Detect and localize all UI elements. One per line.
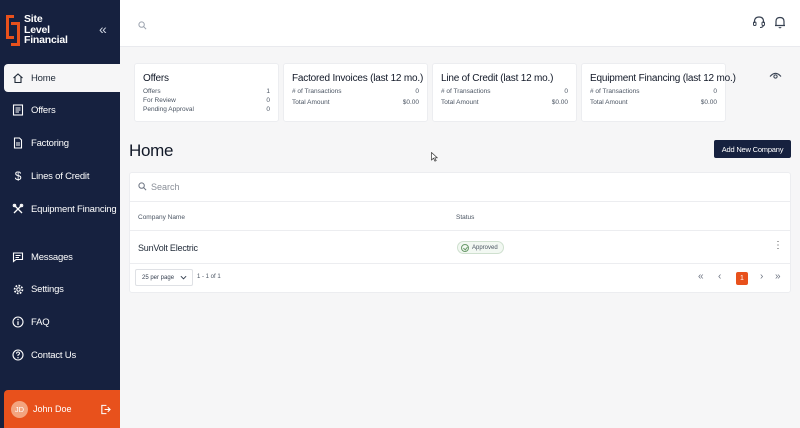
- card-row-label: Offers: [143, 88, 161, 95]
- sidebar-item-messages[interactable]: Messages: [4, 243, 120, 271]
- column-header-company-name[interactable]: Company Name: [138, 214, 185, 221]
- home-icon: [11, 71, 25, 85]
- card-row-value: 1: [266, 88, 270, 95]
- card-row-value: $0.00: [700, 99, 717, 106]
- sidebar-item-home[interactable]: Home: [4, 64, 120, 92]
- equipment-financing-card[interactable]: Equipment Financing (last 12 mo.) # of T…: [581, 63, 736, 122]
- eye-visibility-icon[interactable]: [769, 69, 782, 87]
- logo-mark-icon: [6, 15, 20, 46]
- top-bar: [120, 0, 800, 47]
- card-row-value: 0: [266, 106, 270, 113]
- sidebar-item-label: Settings: [31, 283, 64, 295]
- sidebar-item-contact-us[interactable]: Contact Us: [4, 341, 120, 369]
- per-page-select[interactable]: 25 per page: [135, 269, 193, 286]
- card-title: Line of Credit (last 12 mo.): [441, 73, 554, 84]
- factored-invoices-card[interactable]: Factored Invoices (last 12 mo.) # of Tra…: [283, 63, 428, 122]
- sidebar-item-label: Lines of Credit: [31, 170, 90, 182]
- pagination: 25 per page 1 - 1 of 1 « ‹ 1 › »: [130, 265, 790, 292]
- card-row-label: For Review: [143, 97, 176, 104]
- sidebar-item-label: Messages: [31, 251, 73, 263]
- next-page-icon[interactable]: ›: [760, 272, 763, 282]
- sidebar-item-label: Equipment Financing: [31, 203, 117, 215]
- sidebar-item-label: Contact Us: [31, 349, 76, 361]
- avatar[interactable]: JD: [11, 400, 28, 418]
- offers-card[interactable]: Offers Offers 1 For Review 0 Pending Appro…: [134, 63, 279, 122]
- chevron-down-icon: [180, 274, 187, 283]
- document-icon: [11, 136, 25, 150]
- brand-logo[interactable]: Site Level Financial: [6, 14, 68, 46]
- previous-page-icon[interactable]: ‹: [718, 272, 721, 282]
- companies-table: Company Name Status SunVolt Electric App…: [129, 172, 791, 293]
- user-name: John Doe: [33, 404, 72, 414]
- card-title: Factored Invoices (last 12 mo.): [292, 73, 424, 84]
- sidebar-item-factoring[interactable]: Factoring: [4, 129, 120, 157]
- sidebar: Site Level Financial « Home Offers Facto…: [0, 0, 120, 428]
- user-profile[interactable]: JD John Doe: [4, 390, 120, 428]
- card-row-value: $0.00: [551, 99, 568, 106]
- line-of-credit-card[interactable]: Line of Credit (last 12 mo.) # of Transa…: [432, 63, 577, 122]
- current-page-button[interactable]: 1: [736, 272, 748, 285]
- check-circle-icon: [461, 243, 469, 252]
- card-row-label: Total Amount: [441, 99, 479, 106]
- card-row-value: $0.00: [402, 99, 419, 106]
- sidebar-item-lines-of-credit[interactable]: $ Lines of Credit: [4, 162, 120, 190]
- card-row-label: Pending Approval: [143, 106, 194, 113]
- table-header: Company Name Status: [130, 209, 790, 231]
- card-row-value: 0: [415, 88, 419, 95]
- support-headset-icon[interactable]: [752, 15, 766, 34]
- pagination-range: 1 - 1 of 1: [197, 274, 221, 280]
- info-icon: [11, 315, 25, 329]
- card-row-label: Total Amount: [292, 99, 330, 106]
- brand-line-3: Financial: [24, 34, 68, 46]
- summary-cards: Offers Offers 1 For Review 0 Pending Appro…: [134, 63, 736, 122]
- card-title: Offers: [143, 73, 169, 84]
- first-page-icon[interactable]: «: [698, 272, 704, 282]
- card-row-label: Total Amount: [590, 99, 628, 106]
- sidebar-item-label: FAQ: [31, 316, 50, 328]
- last-page-icon[interactable]: »: [775, 272, 781, 282]
- card-row-value: 0: [564, 88, 568, 95]
- brand-line-1: Site: [24, 13, 43, 25]
- sidebar-item-label: Offers: [31, 104, 56, 116]
- offers-icon: [11, 103, 25, 117]
- status-label: Approved: [472, 244, 498, 251]
- sidebar-item-label: Factoring: [31, 137, 69, 149]
- sidebar-item-equipment-financing[interactable]: Equipment Financing: [4, 195, 120, 223]
- per-page-value: 25 per page: [142, 274, 175, 281]
- search-bar: [130, 173, 790, 202]
- message-icon: [11, 250, 25, 264]
- company-name-cell[interactable]: SunVolt Electric: [138, 243, 198, 253]
- card-row-value: 0: [266, 97, 270, 104]
- row-actions-kebab-icon[interactable]: ⋮: [773, 241, 783, 251]
- column-header-status[interactable]: Status: [456, 214, 474, 221]
- logout-icon[interactable]: [100, 402, 111, 420]
- table-row[interactable]: SunVolt Electric Approved ⋮: [130, 232, 790, 264]
- gear-icon: [11, 282, 25, 296]
- help-icon: [11, 348, 25, 362]
- sidebar-item-label: Home: [31, 72, 56, 84]
- page-title: Home: [129, 141, 174, 160]
- card-row-label: # of Transactions: [441, 88, 491, 95]
- collapse-sidebar-icon[interactable]: «: [99, 22, 107, 36]
- notification-bell-icon[interactable]: [773, 15, 787, 34]
- search-icon: [138, 178, 147, 196]
- search-icon[interactable]: [138, 17, 147, 35]
- mouse-cursor-icon: [431, 149, 439, 167]
- card-title: Equipment Financing (last 12 mo.): [590, 73, 736, 84]
- status-badge: Approved: [457, 241, 504, 254]
- card-row-label: # of Transactions: [590, 88, 640, 95]
- search-input[interactable]: [151, 182, 651, 192]
- sidebar-item-faq[interactable]: FAQ: [4, 308, 120, 336]
- sidebar-item-settings[interactable]: Settings: [4, 275, 120, 303]
- card-row-label: # of Transactions: [292, 88, 342, 95]
- sidebar-item-offers[interactable]: Offers: [4, 96, 120, 124]
- dollar-icon: $: [14, 169, 22, 183]
- add-new-company-button[interactable]: Add New Company: [714, 140, 791, 158]
- tools-icon: [11, 202, 25, 216]
- card-row-value: 0: [713, 88, 717, 95]
